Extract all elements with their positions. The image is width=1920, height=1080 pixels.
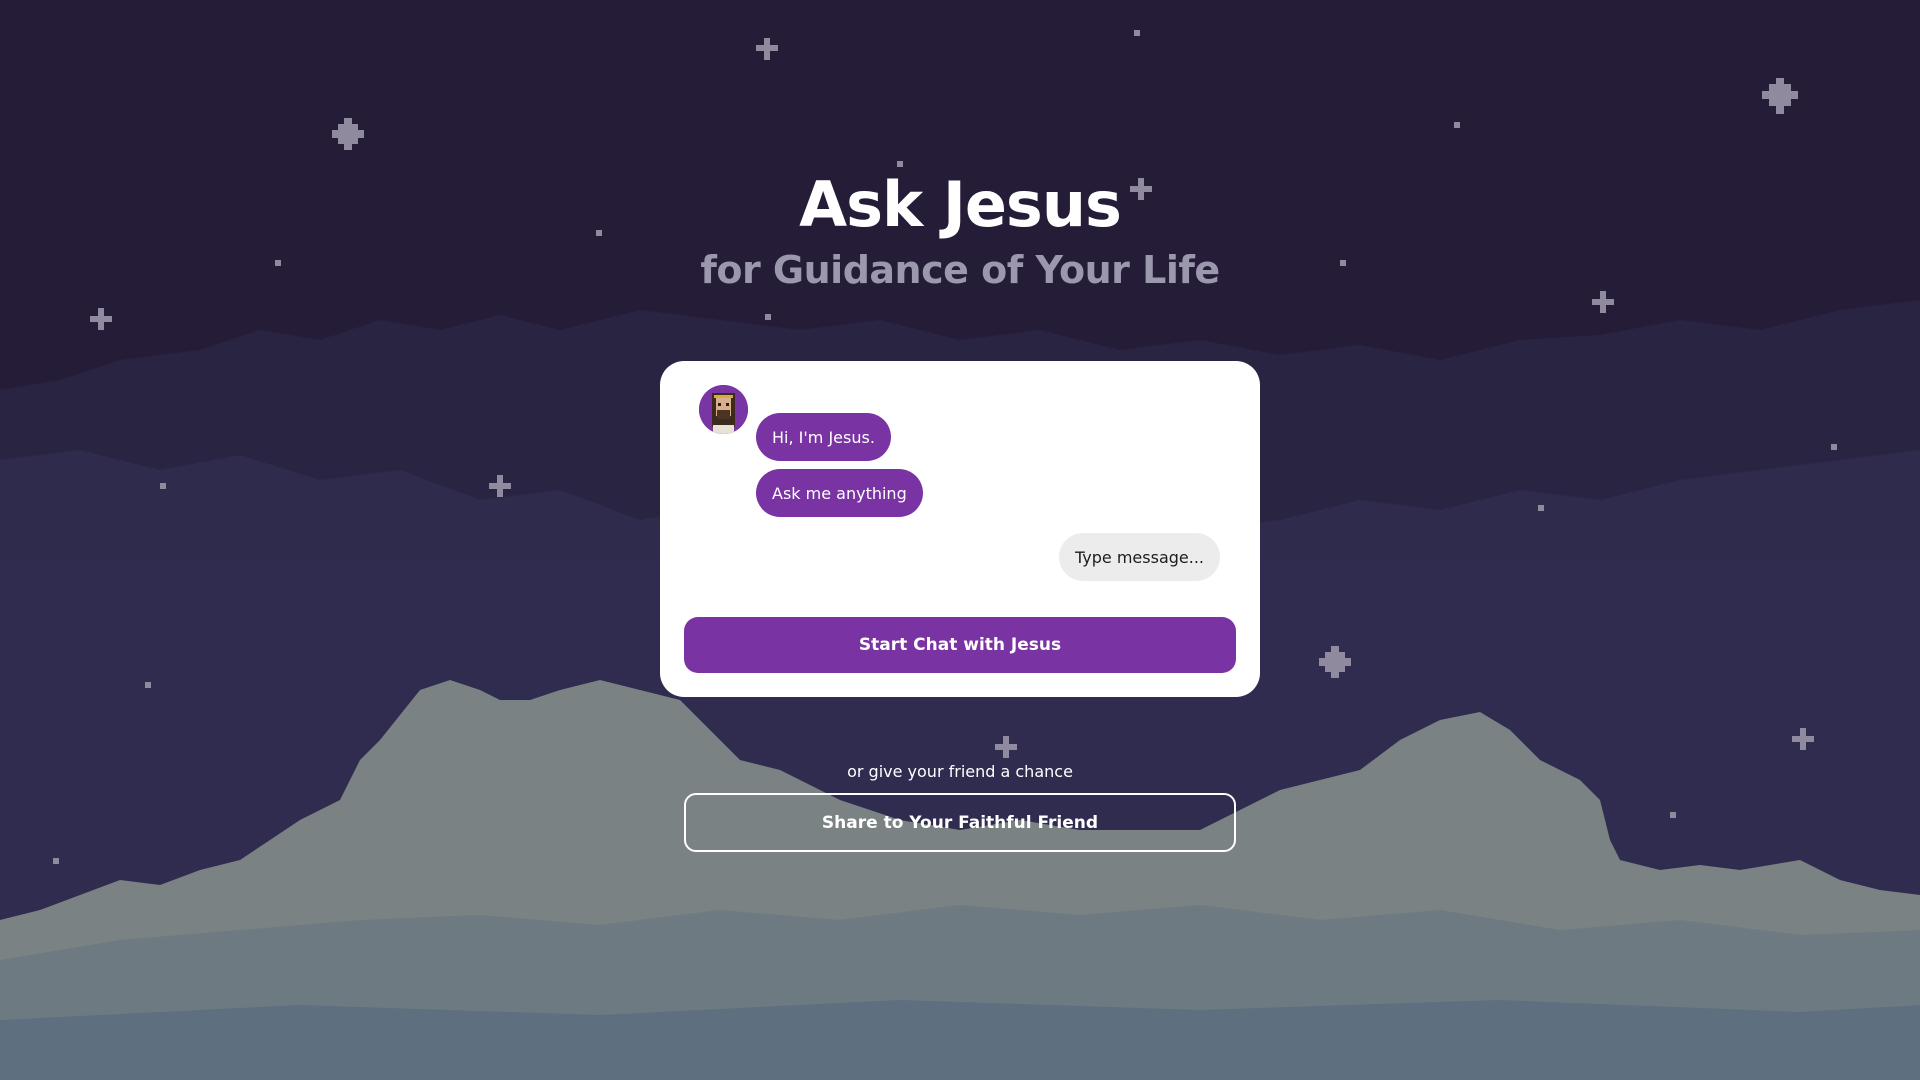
message-input-placeholder: Type message... [1059, 533, 1220, 581]
cloud-bottom [0, 1000, 1920, 1080]
jesus-avatar-icon [699, 385, 748, 434]
hero-header: Ask Jesus for Guidance of Your Life [0, 168, 1920, 294]
jesus-message-bubble: Ask me anything [756, 469, 923, 517]
page-title: Ask Jesus [799, 168, 1122, 241]
jesus-message-bubble: Hi, I'm Jesus. [756, 413, 891, 461]
start-chat-button[interactable]: Start Chat with Jesus [684, 617, 1236, 673]
share-prompt-text: or give your friend a chance [847, 762, 1073, 781]
share-to-friend-button[interactable]: Share to Your Faithful Friend [684, 793, 1236, 852]
page-subtitle: for Guidance of Your Life [700, 248, 1220, 292]
chat-preview-card: Hi, I'm Jesus. Ask me anything Type mess… [660, 361, 1260, 697]
